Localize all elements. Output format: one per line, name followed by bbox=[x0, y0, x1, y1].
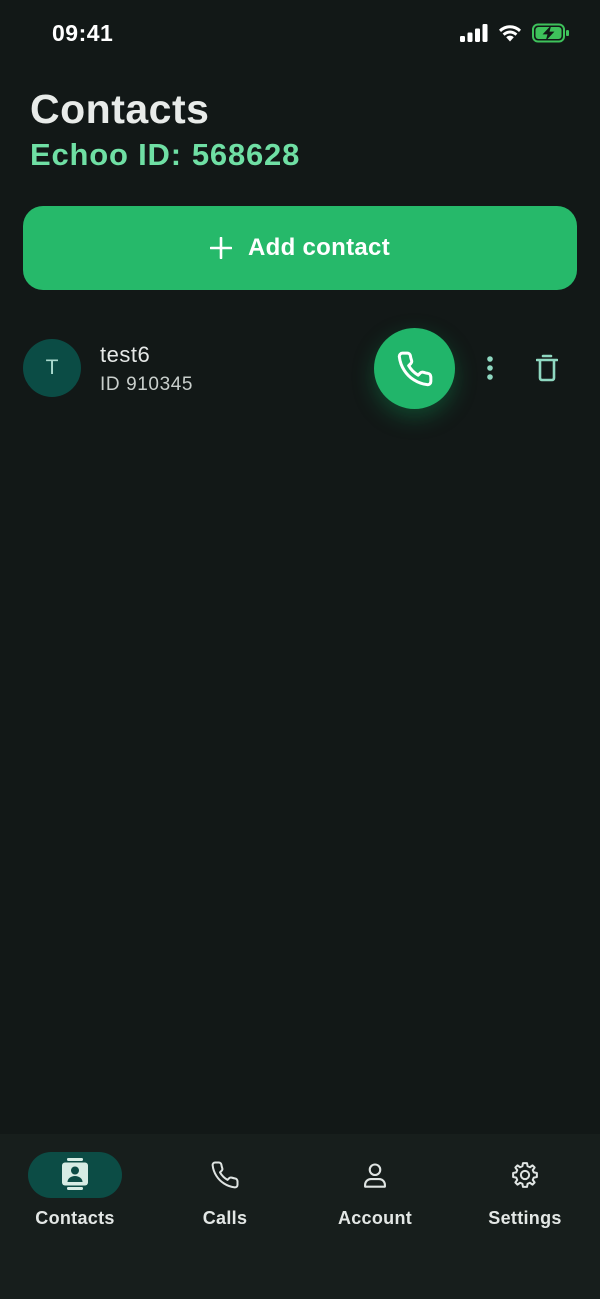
trash-icon bbox=[536, 354, 558, 382]
delete-contact-button[interactable] bbox=[530, 348, 564, 388]
bottom-nav: Contacts Calls Account Settings bbox=[0, 1134, 600, 1299]
phone-icon bbox=[397, 351, 432, 386]
nav-item-account[interactable]: Account bbox=[300, 1152, 450, 1242]
plus-icon bbox=[210, 237, 233, 259]
nav-item-calls[interactable]: Calls bbox=[150, 1152, 300, 1242]
more-vertical-icon bbox=[487, 356, 493, 380]
echo-id-label: Echoo ID: bbox=[30, 137, 182, 172]
contact-name: test6 bbox=[100, 342, 151, 367]
echo-id-value: 568628 bbox=[191, 137, 301, 172]
add-contact-button[interactable]: Add contact bbox=[23, 206, 577, 290]
status-bar: 09:41 bbox=[0, 0, 600, 66]
contact-id: ID 910345 bbox=[100, 374, 194, 395]
battery-charging-icon bbox=[532, 23, 569, 43]
nav-label-contacts: Contacts bbox=[35, 1208, 115, 1228]
status-icons bbox=[460, 22, 570, 44]
cellular-signal-icon bbox=[460, 24, 488, 42]
call-button[interactable] bbox=[374, 328, 455, 409]
echo-id: Echoo ID: 568628 bbox=[30, 137, 300, 173]
status-time: 09:41 bbox=[52, 20, 114, 46]
person-icon bbox=[364, 1163, 386, 1188]
page-title: Contacts bbox=[30, 86, 210, 132]
contact-card-icon bbox=[62, 1158, 88, 1190]
nav-account-pill bbox=[328, 1152, 422, 1198]
nav-label-calls: Calls bbox=[202, 1208, 248, 1228]
add-contact-label: Add contact bbox=[248, 234, 390, 261]
nav-label-settings: Settings bbox=[488, 1208, 562, 1228]
nav-settings-pill bbox=[478, 1152, 572, 1198]
nav-item-settings[interactable]: Settings bbox=[450, 1152, 600, 1242]
nav-calls-pill bbox=[178, 1152, 272, 1198]
more-options-button[interactable] bbox=[476, 348, 504, 388]
nav-item-contacts[interactable]: Contacts bbox=[0, 1152, 150, 1242]
contact-row[interactable]: T test6 ID 910345 bbox=[0, 322, 600, 416]
wifi-icon bbox=[499, 25, 521, 42]
nav-label-account: Account bbox=[337, 1208, 413, 1228]
avatar: T bbox=[23, 339, 81, 397]
nav-contacts-pill bbox=[28, 1152, 122, 1198]
gear-icon bbox=[512, 1162, 538, 1188]
phone-icon bbox=[211, 1161, 239, 1189]
